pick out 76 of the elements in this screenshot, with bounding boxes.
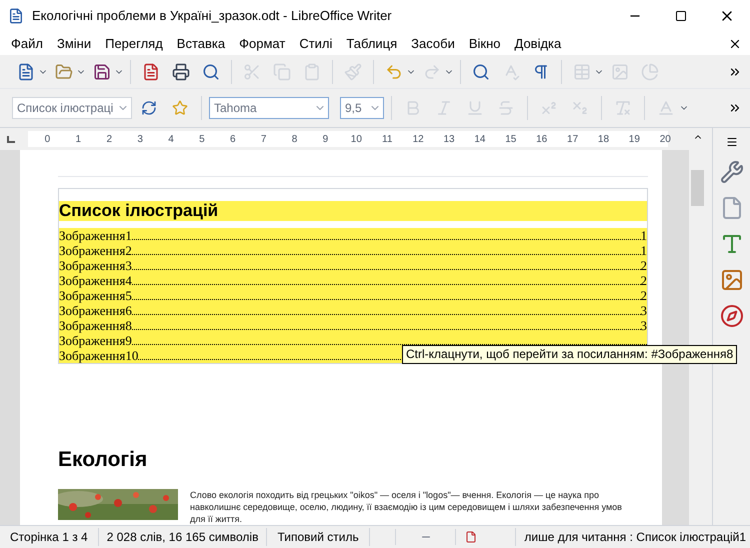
ruler-number: 2 bbox=[105, 132, 113, 146]
italic-icon bbox=[435, 99, 453, 117]
index-entry[interactable]: Зображення5 2 bbox=[59, 288, 647, 302]
menu-item[interactable]: Таблиця bbox=[339, 34, 404, 54]
tooltip: Ctrl-клацнути, щоб перейти за посиланням: #Зображення8 bbox=[402, 345, 738, 364]
menu-item[interactable]: Стилі bbox=[292, 34, 340, 54]
ruler-number: 8 bbox=[290, 132, 298, 146]
window-title: Екологічні проблеми в Україні_зразок.odt - LibreOffice Writer bbox=[32, 7, 392, 26]
ruler-number: 16 bbox=[535, 132, 548, 146]
ruler-number: 14 bbox=[473, 132, 486, 146]
status-page-style: Типовий стиль bbox=[267, 528, 370, 546]
ruler-number: 0 bbox=[44, 132, 52, 146]
status-info: лише для читання : Список ілюстрацій1 bbox=[515, 528, 750, 546]
menu-item[interactable]: Засоби bbox=[404, 34, 462, 54]
image-icon bbox=[611, 62, 629, 80]
ruler-number: 15 bbox=[504, 132, 518, 146]
copy-icon bbox=[273, 62, 291, 80]
index-entry[interactable]: Зображення8 3 bbox=[59, 318, 647, 332]
ruler-number: 1 bbox=[74, 132, 82, 146]
status-word-count: 2 028 слів, 16 165 символів bbox=[98, 528, 268, 546]
font-size-field[interactable]: 9,5 bbox=[340, 97, 384, 119]
index-entry[interactable]: Зображення2 1 bbox=[59, 242, 647, 258]
chart-icon bbox=[641, 62, 659, 80]
index-entry[interactable]: Зображення6 3 bbox=[59, 302, 647, 318]
redo-icon bbox=[423, 62, 441, 80]
cut-icon bbox=[243, 62, 261, 80]
font-color-icon bbox=[657, 99, 675, 117]
ruler-number: 12 bbox=[412, 132, 425, 146]
maximize-icon bbox=[675, 10, 687, 22]
paragraph-style-field[interactable]: Список ілюстраці bbox=[12, 97, 132, 119]
tab-stop-icon[interactable] bbox=[7, 136, 15, 142]
ruler-number: 7 bbox=[260, 132, 268, 146]
formatting-marks-icon bbox=[532, 62, 550, 80]
ruler-number: 17 bbox=[566, 132, 580, 146]
ruler-number: 13 bbox=[442, 132, 456, 146]
index-entry[interactable]: Зображення3 2 bbox=[59, 258, 647, 272]
undo-icon bbox=[385, 62, 403, 80]
document-icon bbox=[8, 8, 24, 24]
sidebar-menu-icon[interactable] bbox=[726, 136, 738, 148]
superscript-icon bbox=[540, 99, 558, 117]
new-document-icon bbox=[17, 62, 35, 80]
paragraph: Слово екологія походить від грецьких "oikos" — оселя і "logos"— вчення. Екологія — це наука про навколишнє середовище, оселю, людину, її взаємодію із цим середовищем і шляхи забезпечення умов для її життя. bbox=[190, 489, 623, 525]
open-icon bbox=[55, 62, 73, 80]
ruler-number: 9 bbox=[322, 132, 330, 146]
menu-item[interactable]: Довідка bbox=[508, 34, 568, 54]
subscript-icon bbox=[571, 99, 589, 117]
menu-item[interactable]: Вставка bbox=[170, 34, 232, 54]
underline-icon bbox=[466, 99, 484, 117]
find-replace-icon bbox=[472, 62, 490, 80]
ruler-number: 18 bbox=[596, 132, 610, 146]
scroll-thumb[interactable] bbox=[691, 170, 704, 206]
ruler-number: 10 bbox=[350, 132, 363, 146]
save-icon bbox=[93, 62, 111, 80]
index-entry[interactable]: Зображення4 2 bbox=[59, 272, 647, 288]
ruler-number: 4 bbox=[167, 132, 175, 146]
index-title: Список ілюстрацій bbox=[59, 200, 647, 220]
ruler-number: 5 bbox=[198, 132, 206, 146]
menu-item[interactable]: Файл bbox=[4, 34, 50, 54]
strikethrough-icon bbox=[497, 99, 515, 117]
print-icon bbox=[172, 62, 190, 80]
table-icon bbox=[573, 62, 591, 80]
heading: Екологія bbox=[58, 446, 148, 472]
menu-item[interactable]: Формат bbox=[232, 34, 292, 54]
paste-icon bbox=[303, 62, 321, 80]
index-entry[interactable]: Зображення1 1 bbox=[59, 228, 647, 242]
menu-item[interactable]: Зміни bbox=[50, 34, 98, 54]
status-page: Сторінка 1 з 4 bbox=[0, 528, 99, 546]
menu-item[interactable]: Перегляд bbox=[98, 34, 170, 54]
ruler-number: 11 bbox=[381, 132, 394, 146]
document-modified-icon bbox=[464, 531, 477, 543]
font-name-field[interactable]: Tahoma bbox=[209, 97, 329, 119]
ruler-number: 6 bbox=[229, 132, 237, 146]
ruler-number: 20 bbox=[658, 132, 672, 146]
ruler-number: 19 bbox=[628, 132, 641, 146]
ruler-number: 3 bbox=[136, 132, 144, 146]
menu-item[interactable]: Вікно bbox=[462, 34, 508, 54]
